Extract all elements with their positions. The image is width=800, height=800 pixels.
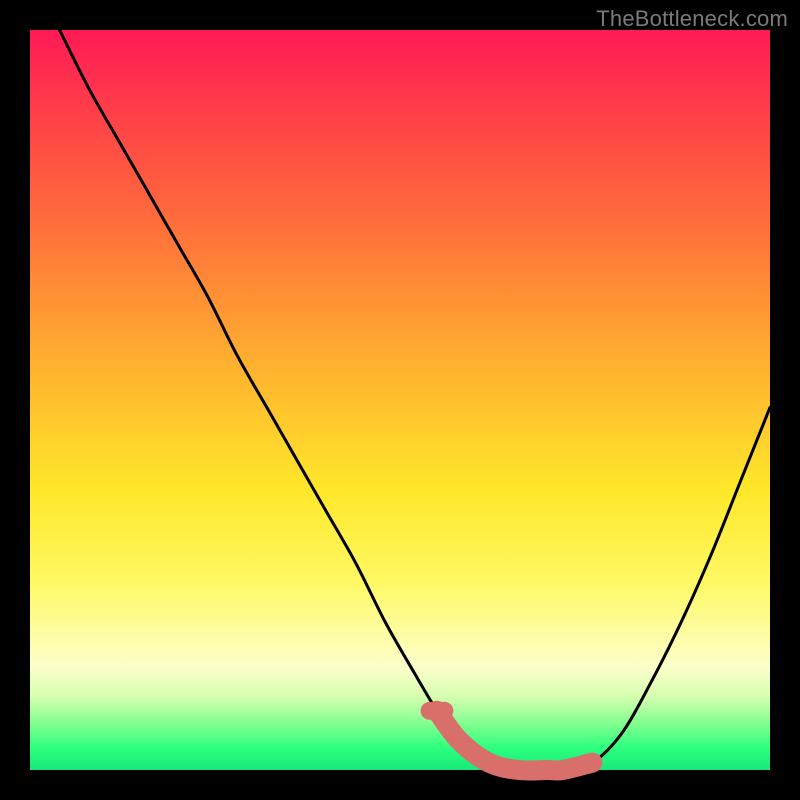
- watermark-label: TheBottleneck.com: [596, 6, 788, 32]
- bottleneck-curve: [60, 30, 770, 771]
- highlight-dot: [435, 702, 453, 720]
- valley-highlight: [437, 711, 592, 771]
- chart-overlay: [30, 30, 770, 770]
- chart-frame: TheBottleneck.com: [0, 0, 800, 800]
